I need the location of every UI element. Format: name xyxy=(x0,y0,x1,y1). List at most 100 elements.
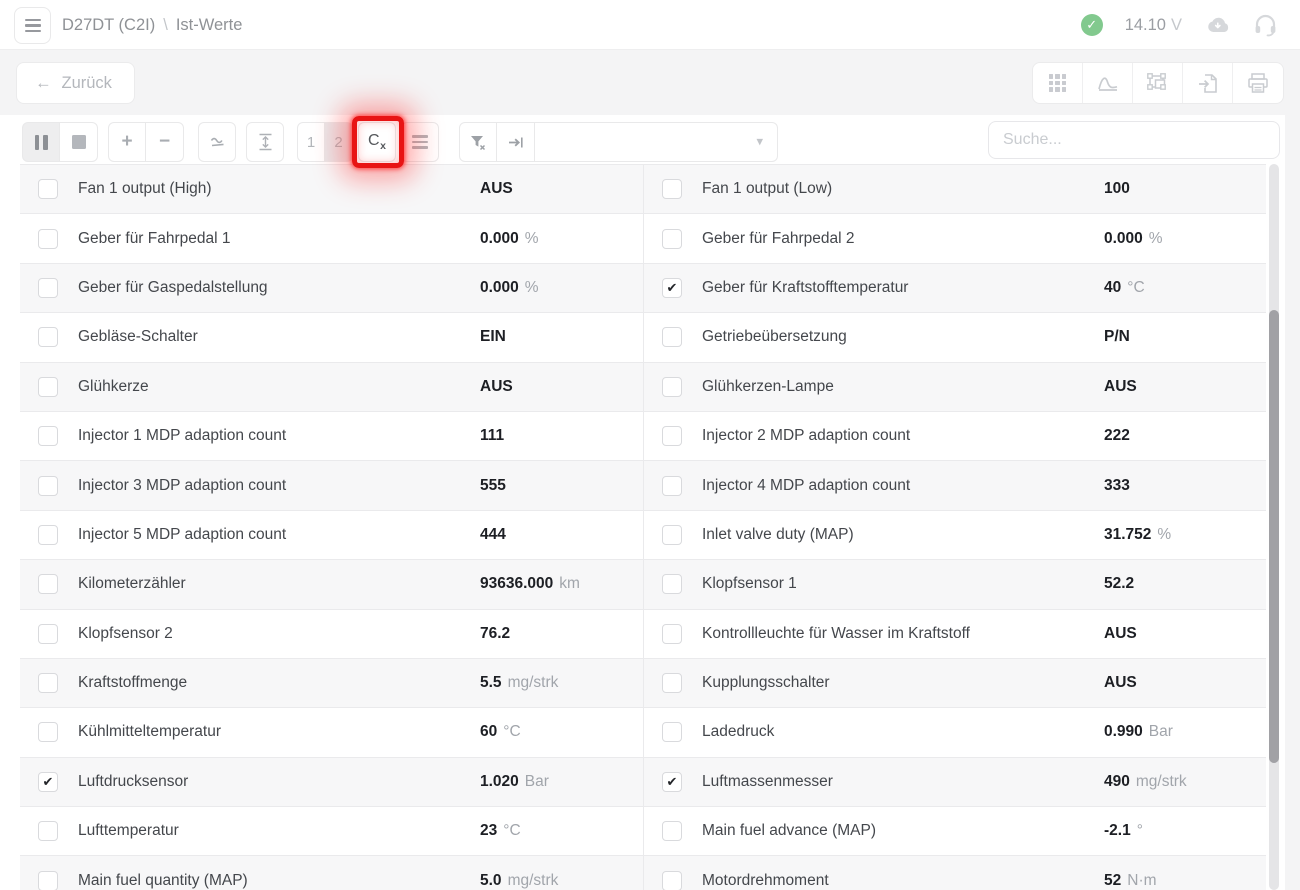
row-checkbox[interactable] xyxy=(662,722,682,742)
parameter-row[interactable]: Geber für Fahrpedal 2 0.000 % xyxy=(643,214,1266,263)
parameter-value: 40 xyxy=(1104,279,1121,297)
parameter-row[interactable]: Fan 1 output (High) AUS xyxy=(20,165,643,214)
row-checkbox[interactable] xyxy=(38,179,58,199)
row-checkbox[interactable] xyxy=(38,327,58,347)
parameter-row[interactable]: Klopfsensor 1 52.2 xyxy=(643,560,1266,609)
remove-button[interactable]: − xyxy=(146,122,184,162)
row-checkbox[interactable]: ✔ xyxy=(662,772,682,792)
row-checkbox[interactable] xyxy=(38,871,58,890)
parameter-row[interactable]: Inlet valve duty (MAP) 31.752 % xyxy=(643,511,1266,560)
row-checkbox[interactable] xyxy=(38,229,58,249)
stop-icon xyxy=(72,135,86,149)
parameter-row[interactable]: Main fuel advance (MAP) -2.1 ° xyxy=(643,807,1266,856)
parameter-label: Geber für Fahrpedal 1 xyxy=(78,230,231,248)
clear-filter-button[interactable] xyxy=(459,122,497,162)
export-button[interactable] xyxy=(1183,63,1233,103)
row-checkbox[interactable] xyxy=(662,525,682,545)
parameter-row[interactable]: Glühkerzen-Lampe AUS xyxy=(643,363,1266,412)
row-checkbox[interactable] xyxy=(662,624,682,644)
parameter-row[interactable]: Motordrehmoment 52 N·m xyxy=(643,856,1266,890)
search-input[interactable] xyxy=(988,121,1280,159)
parameter-row[interactable]: Main fuel quantity (MAP) 5.0 mg/strk xyxy=(20,856,643,890)
parameter-label: Main fuel quantity (MAP) xyxy=(78,872,248,890)
parameter-row[interactable]: ✔ Geber für Kraftstofftemperatur 40 °C xyxy=(643,264,1266,313)
row-checkbox[interactable] xyxy=(38,278,58,298)
add-button[interactable]: + xyxy=(108,122,146,162)
row-checkbox[interactable] xyxy=(38,525,58,545)
list-options-button[interactable] xyxy=(401,122,439,162)
row-checkbox[interactable] xyxy=(662,476,682,496)
parameter-row[interactable]: Lufttemperatur 23 °C xyxy=(20,807,643,856)
clear-values-button[interactable]: Cx xyxy=(358,122,396,162)
parameter-row[interactable]: Gebläse-Schalter EIN xyxy=(20,313,643,362)
stop-button[interactable] xyxy=(60,122,98,162)
pause-button[interactable] xyxy=(22,122,60,162)
parameter-row[interactable]: Kühlmitteltemperatur 60 °C xyxy=(20,708,643,757)
parameter-row[interactable]: Getriebeübersetzung P/N xyxy=(643,313,1266,362)
row-checkbox[interactable] xyxy=(38,574,58,594)
selection-frame-button[interactable] xyxy=(1133,63,1183,103)
parameter-value: 222 xyxy=(1104,427,1130,445)
breadcrumb-vehicle[interactable]: D27DT (C2I) xyxy=(62,16,155,35)
tab-right-button[interactable] xyxy=(497,122,535,162)
parameter-row[interactable]: Kilometerzähler 93636.000 km xyxy=(20,560,643,609)
smooth-curve-button[interactable] xyxy=(198,122,236,162)
parameter-row[interactable]: Injector 4 MDP adaption count 333 xyxy=(643,461,1266,510)
parameter-value: 31.752 xyxy=(1104,526,1151,544)
page-2-button[interactable]: 2 xyxy=(325,122,353,162)
parameter-row[interactable]: Injector 5 MDP adaption count 444 xyxy=(20,511,643,560)
parameter-row[interactable]: Kraftstoffmenge 5.5 mg/strk xyxy=(20,659,643,708)
parameter-value: P/N xyxy=(1104,328,1130,346)
row-checkbox[interactable] xyxy=(662,574,682,594)
scale-height-button[interactable] xyxy=(246,122,284,162)
connection-ok-icon: ✓ xyxy=(1081,14,1103,36)
cloud-download-icon[interactable] xyxy=(1204,16,1231,35)
parameter-row[interactable]: Kupplungsschalter AUS xyxy=(643,659,1266,708)
grid-view-button[interactable] xyxy=(1033,63,1083,103)
row-checkbox[interactable] xyxy=(662,327,682,347)
headset-icon[interactable] xyxy=(1253,13,1278,37)
row-checkbox[interactable] xyxy=(38,476,58,496)
back-button-label: Zurück xyxy=(62,74,112,93)
breadcrumb-page: Ist-Werte xyxy=(176,16,243,35)
parameter-value: 333 xyxy=(1104,477,1130,495)
parameter-row[interactable]: Kontrollleuchte für Wasser im Kraftstoff… xyxy=(643,610,1266,659)
row-checkbox[interactable] xyxy=(38,624,58,644)
row-checkbox[interactable] xyxy=(662,377,682,397)
row-checkbox[interactable]: ✔ xyxy=(38,772,58,792)
row-checkbox[interactable] xyxy=(662,821,682,841)
chart-view-button[interactable] xyxy=(1083,63,1133,103)
row-checkbox[interactable] xyxy=(662,871,682,890)
row-checkbox[interactable] xyxy=(38,821,58,841)
hamburger-menu-button[interactable] xyxy=(14,7,51,44)
parameter-row[interactable]: Geber für Gaspedalstellung 0.000 % xyxy=(20,264,643,313)
parameter-unit: °C xyxy=(503,723,520,741)
breadcrumb-separator: \ xyxy=(163,16,168,35)
row-checkbox[interactable] xyxy=(38,426,58,446)
parameter-row[interactable]: Geber für Fahrpedal 1 0.000 % xyxy=(20,214,643,263)
parameter-row[interactable]: Klopfsensor 2 76.2 xyxy=(20,610,643,659)
row-checkbox[interactable] xyxy=(662,229,682,249)
parameter-row[interactable]: Ladedruck 0.990 Bar xyxy=(643,708,1266,757)
row-checkbox[interactable] xyxy=(662,426,682,446)
print-button[interactable] xyxy=(1233,63,1283,103)
parameter-row[interactable]: Injector 1 MDP adaption count 111 xyxy=(20,412,643,461)
row-checkbox[interactable] xyxy=(662,179,682,199)
parameter-row[interactable]: Glühkerze AUS xyxy=(20,363,643,412)
parameter-row[interactable]: Injector 2 MDP adaption count 222 xyxy=(643,412,1266,461)
parameter-row[interactable]: Fan 1 output (Low) 100 xyxy=(643,165,1266,214)
parameter-row[interactable]: Injector 3 MDP adaption count 555 xyxy=(20,461,643,510)
page-1-button[interactable]: 1 xyxy=(297,122,325,162)
row-checkbox[interactable] xyxy=(38,673,58,693)
row-checkbox[interactable] xyxy=(38,377,58,397)
vertical-scrollbar-thumb[interactable] xyxy=(1269,310,1279,763)
parameter-value: 444 xyxy=(480,526,506,544)
back-button[interactable]: ← Zurück xyxy=(16,62,135,104)
vertical-scrollbar-track[interactable] xyxy=(1269,164,1279,890)
parameter-row[interactable]: ✔ Luftmassenmesser 490 mg/strk xyxy=(643,758,1266,807)
row-checkbox[interactable] xyxy=(38,722,58,742)
filter-dropdown[interactable]: ▾ xyxy=(535,122,778,162)
row-checkbox[interactable] xyxy=(662,673,682,693)
parameter-row[interactable]: ✔ Luftdrucksensor 1.020 Bar xyxy=(20,758,643,807)
row-checkbox[interactable]: ✔ xyxy=(662,278,682,298)
